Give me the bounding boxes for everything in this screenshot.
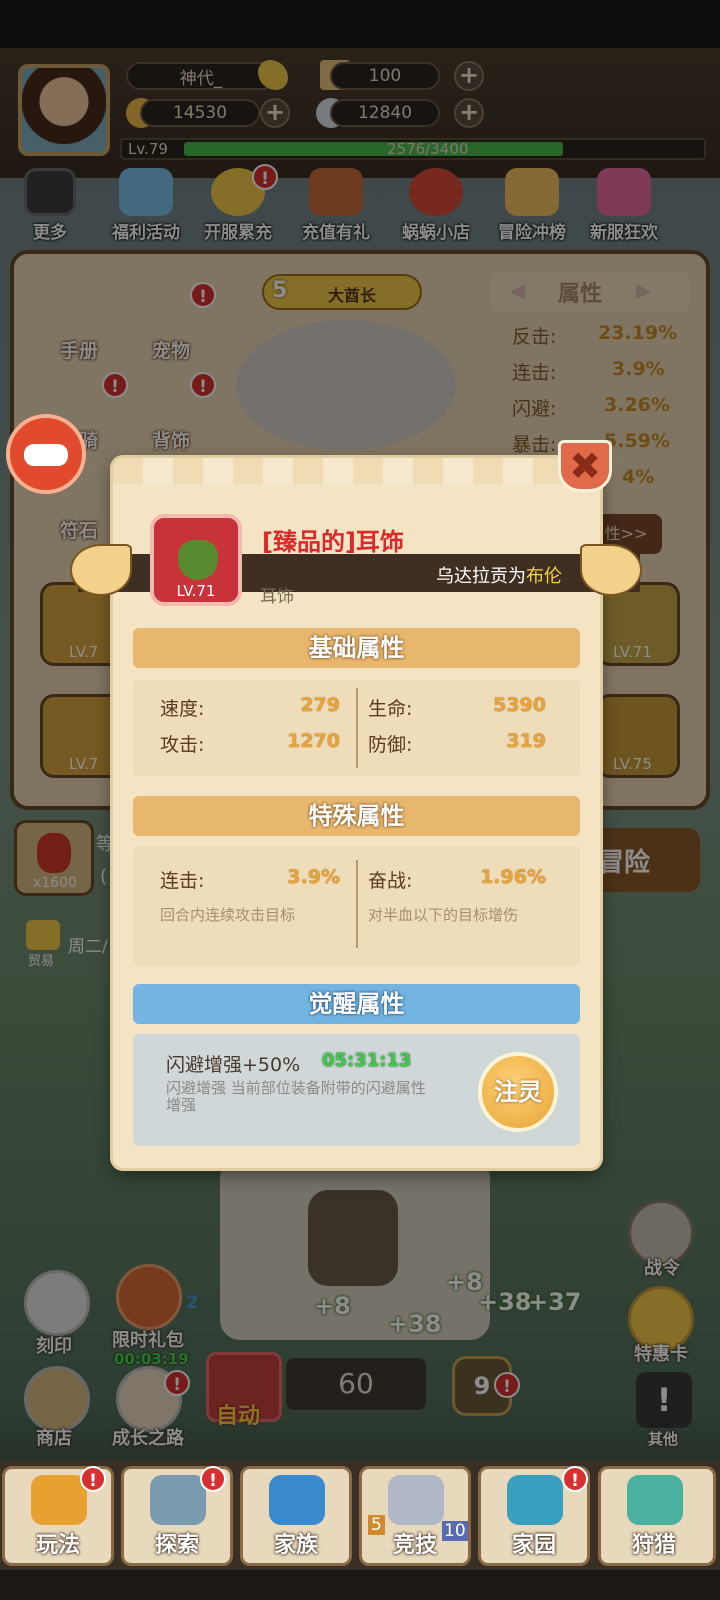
base-stat-value: 1270 <box>287 730 340 752</box>
divider <box>356 860 358 948</box>
mask-icon <box>31 1475 87 1525</box>
base-stat-label: 防御: <box>368 734 413 756</box>
awaken-attributes-header: 觉醒属性 <box>133 984 580 1024</box>
special-stat-value: 1.96% <box>480 866 546 888</box>
base-stat-label: 速度: <box>160 698 205 720</box>
special-stat-value: 3.9% <box>287 866 340 888</box>
awaken-name: 闪避增强+50% <box>166 1054 301 1076</box>
item-icon-frame: LV.71 <box>150 514 242 606</box>
close-button[interactable]: ✖ <box>558 440 612 492</box>
house-icon <box>507 1475 563 1525</box>
base-stat-value: 319 <box>506 730 546 752</box>
base-stat-value: 279 <box>300 694 340 716</box>
base-stat-value: 5390 <box>493 694 546 716</box>
modal-decoration <box>113 458 600 484</box>
nav-hunt[interactable]: 狩猎 <box>598 1466 716 1566</box>
base-attributes-header: 基础属性 <box>133 628 580 668</box>
nav-label: 家族 <box>273 1533 318 1558</box>
dragon-icon <box>627 1475 683 1525</box>
owner-text: 乌达拉贡为布伦 <box>436 562 562 588</box>
backpack-icon <box>150 1475 206 1525</box>
shield-icon <box>269 1475 325 1525</box>
base-stat-label: 攻击: <box>160 734 205 756</box>
horn-left-icon <box>70 544 132 596</box>
special-stat-label: 连击: <box>160 870 205 892</box>
owner-prefix: 乌达拉贡为 <box>436 566 526 587</box>
awaken-desc: 闪避增强 当前部位装备附带的闪避属性增强 <box>166 1079 426 1114</box>
special-stat-desc: 回合内连续攻击目标 <box>160 906 296 924</box>
arena-left-count: 5 <box>368 1515 385 1535</box>
item-type: 耳饰 <box>260 587 294 607</box>
gamepad-icon <box>24 444 68 466</box>
system-bar <box>0 1570 720 1600</box>
awaken-timer: 05:31:13 <box>322 1050 412 1071</box>
special-stat-label: 奋战: <box>368 870 413 892</box>
inject-spirit-button[interactable]: 注灵 <box>478 1052 558 1132</box>
item-level: LV.71 <box>176 582 216 600</box>
nav-clan[interactable]: 家族 <box>240 1466 352 1566</box>
special-attributes-header: 特殊属性 <box>133 796 580 836</box>
arena-right-count: 10 <box>442 1521 468 1541</box>
horn-right-icon <box>580 544 642 596</box>
owner-name: 布伦 <box>526 566 562 587</box>
base-stat-label: 生命: <box>368 698 413 720</box>
notification-badge: ! <box>562 1466 588 1492</box>
close-icon: ✖ <box>569 444 601 488</box>
special-stat-desc: 对半血以下的目标增伤 <box>368 906 519 924</box>
gamepad-button[interactable] <box>6 414 86 494</box>
nav-label: 玩法 <box>35 1533 80 1558</box>
nav-label: 探索 <box>154 1533 199 1558</box>
nav-arena[interactable]: 竞技 5 10 <box>359 1466 471 1566</box>
divider <box>356 688 358 768</box>
item-name: [臻品的]耳饰 <box>262 528 404 556</box>
notification-badge: ! <box>200 1466 226 1492</box>
nav-label: 狩猎 <box>631 1533 676 1558</box>
nav-label: 家园 <box>511 1533 556 1558</box>
earring-pouch-icon <box>178 540 218 580</box>
notification-badge: ! <box>80 1466 106 1492</box>
sword-icon <box>388 1475 444 1525</box>
